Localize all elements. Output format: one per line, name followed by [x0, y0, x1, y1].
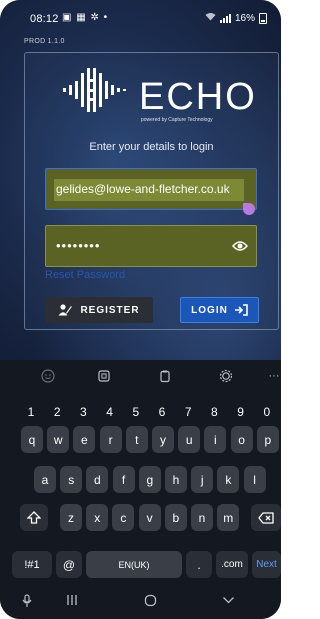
letter-key-w[interactable]: w	[47, 426, 70, 453]
clipboard-icon[interactable]	[155, 366, 175, 386]
notification-icons: ▣ ▦ ✲ •	[62, 12, 109, 23]
letter-key-a[interactable]: a	[34, 466, 56, 493]
number-key-2[interactable]: 2	[47, 398, 67, 425]
email-field[interactable]: gelides@lowe-and-fletcher.co.uk	[45, 168, 257, 215]
status-time: 08:12	[30, 13, 59, 25]
number-key-0[interactable]: 0	[257, 398, 277, 425]
more-options-icon[interactable]: ···	[264, 366, 281, 386]
build-label: PROD 1.1.0	[24, 38, 65, 45]
number-key-9[interactable]: 9	[231, 398, 251, 425]
reset-password-link[interactable]: Reset Password	[45, 269, 125, 281]
letter-key-x[interactable]: x	[86, 504, 109, 531]
letter-key-f[interactable]: f	[112, 466, 135, 493]
status-right: 16%	[205, 12, 267, 24]
dot-com-key[interactable]: .com	[216, 551, 248, 578]
letter-key-r[interactable]: r	[99, 426, 122, 453]
at-key[interactable]: @	[56, 551, 82, 578]
login-card: ECHO powered by Capture Technology Enter…	[24, 52, 279, 330]
letter-key-p[interactable]: p	[256, 426, 279, 453]
letter-key-j[interactable]: j	[191, 466, 214, 493]
letter-key-z[interactable]: z	[60, 504, 82, 531]
sticker-icon[interactable]	[94, 366, 114, 386]
signal-icon	[219, 13, 231, 23]
letter-key-b[interactable]: b	[164, 504, 187, 531]
emoji-icon[interactable]	[38, 366, 58, 386]
letter-key-q[interactable]: q	[21, 426, 43, 453]
letter-key-g[interactable]: g	[138, 466, 161, 493]
letter-key-d[interactable]: d	[86, 466, 109, 493]
letter-key-y[interactable]: y	[152, 426, 174, 453]
letter-key-k[interactable]: k	[217, 466, 240, 493]
password-value: ••••••••	[56, 238, 101, 253]
register-label: REGISTER	[80, 304, 140, 316]
echo-waveform-logo	[63, 68, 126, 112]
space-bar[interactable]: EN(UK)	[86, 551, 182, 578]
letter-key-o[interactable]: o	[230, 426, 253, 453]
letter-key-n[interactable]: n	[191, 504, 213, 531]
show-password-eye-icon[interactable]	[232, 239, 248, 257]
number-key-5[interactable]: 5	[126, 398, 146, 425]
login-button[interactable]: LOGIN	[180, 297, 259, 323]
letter-key-c[interactable]: c	[112, 504, 135, 531]
shift-icon	[27, 511, 41, 524]
keyboard-toolbar: ···	[0, 366, 281, 388]
backspace-key[interactable]	[251, 504, 281, 531]
number-key-1[interactable]: 1	[21, 398, 41, 425]
register-icon	[58, 304, 73, 316]
number-key-4[interactable]: 4	[100, 398, 120, 425]
home-icon[interactable]	[144, 594, 157, 610]
shift-key[interactable]	[20, 504, 48, 531]
system-navigation-bar	[0, 586, 281, 616]
recent-apps-icon[interactable]	[66, 594, 78, 609]
login-label: LOGIN	[191, 304, 228, 316]
letter-key-m[interactable]: m	[217, 504, 240, 531]
email-value: gelides@lowe-and-fletcher.co.uk	[56, 182, 230, 196]
password-field[interactable]: ••••••••	[45, 225, 257, 267]
number-key-6[interactable]: 6	[152, 398, 172, 425]
letter-key-l[interactable]: l	[243, 466, 266, 493]
login-arrow-icon	[234, 304, 248, 316]
letter-key-v[interactable]: v	[138, 504, 161, 531]
app-area: 08:12 ▣ ▦ ✲ • 16% PROD 1.1.0 ECHO powere…	[0, 0, 281, 360]
hide-keyboard-chevron-down-icon[interactable]	[222, 594, 235, 608]
number-key-7[interactable]: 7	[178, 398, 198, 425]
period-key[interactable]: .	[186, 551, 212, 578]
settings-gear-icon[interactable]	[216, 366, 236, 386]
number-key-8[interactable]: 8	[204, 398, 224, 425]
letter-key-i[interactable]: i	[204, 426, 227, 453]
selection-handle-icon[interactable]	[243, 203, 255, 215]
number-key-3[interactable]: 3	[73, 398, 93, 425]
register-button[interactable]: REGISTER	[45, 297, 153, 323]
phone-screen: 08:12 ▣ ▦ ✲ • 16% PROD 1.1.0 ECHO powere…	[0, 0, 281, 619]
letter-key-t[interactable]: t	[125, 426, 148, 453]
symbols-key[interactable]: !#1	[12, 551, 52, 578]
letter-key-s[interactable]: s	[60, 466, 83, 493]
battery-icon	[259, 12, 267, 24]
logo-text: ECHO	[139, 76, 257, 118]
status-bar: 08:12 ▣ ▦ ✲ • 16%	[0, 0, 281, 36]
letter-key-e[interactable]: e	[73, 426, 96, 453]
letter-key-h[interactable]: h	[165, 466, 187, 493]
letter-key-u[interactable]: u	[178, 426, 201, 453]
login-instruction: Enter your details to login	[89, 141, 214, 153]
logo-tagline: powered by Capture Technology	[141, 117, 213, 123]
wifi-icon	[205, 12, 216, 24]
on-screen-keyboard: ··· 1234567890 qwertyuiop asdfghjkl zxcv…	[0, 360, 281, 619]
next-key[interactable]: Next	[252, 551, 281, 578]
microphone-icon[interactable]	[22, 594, 32, 611]
backspace-icon	[258, 511, 274, 524]
battery-percent: 16%	[234, 12, 255, 24]
